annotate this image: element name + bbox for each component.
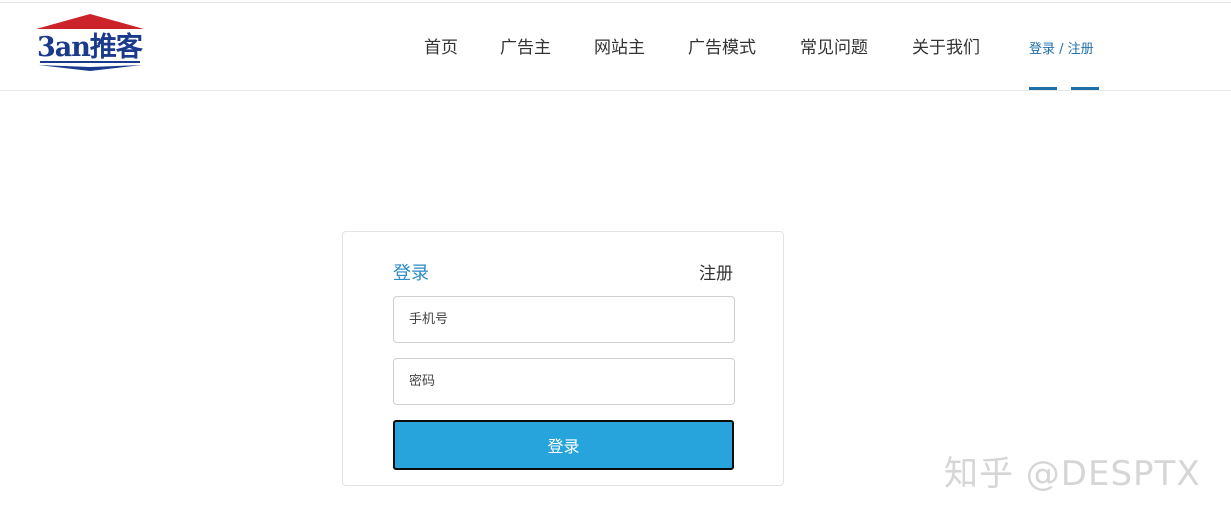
nav-home[interactable]: 首页 [424,33,458,58]
register-active-underline [1071,87,1099,90]
login-card: 登录 注册 登录 [342,231,784,486]
header-register-link[interactable]: 注册 [1068,42,1094,57]
nav-publisher[interactable]: 网站主 [594,33,645,58]
auth-separator: / [1055,42,1068,57]
tab-login[interactable]: 登录 [393,259,429,285]
phone-input[interactable] [393,296,735,343]
nav-advertiser[interactable]: 广告主 [500,33,551,58]
header-login-link[interactable]: 登录 [1029,42,1055,57]
site-header: 3an推客 首页 广告主 网站主 广告模式 常见问题 关于我们 登录 / 注册 [0,3,1231,91]
watermark: 知乎 @DESPTX [944,454,1201,494]
auth-links: 登录 / 注册 [1029,38,1094,57]
login-submit-button[interactable]: 登录 [393,420,734,470]
tab-register[interactable]: 注册 [699,259,733,284]
nav-about-us[interactable]: 关于我们 [912,33,980,58]
password-input[interactable] [393,358,735,405]
nav-ad-models[interactable]: 广告模式 [688,33,756,58]
nav-faq[interactable]: 常见问题 [800,33,868,58]
login-active-underline [1029,87,1057,90]
